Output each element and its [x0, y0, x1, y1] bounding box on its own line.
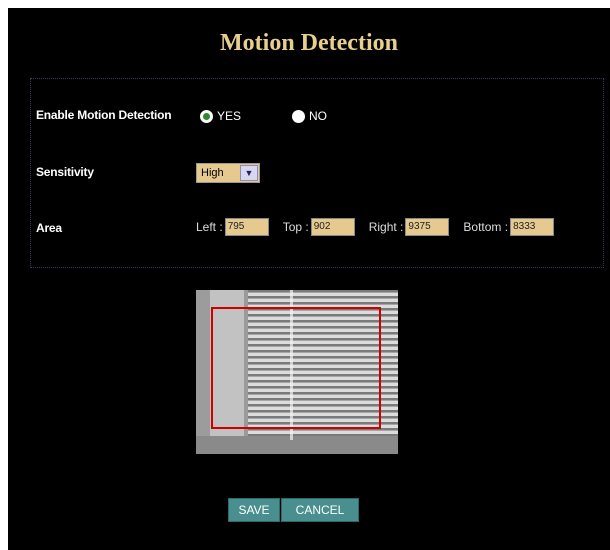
bottom-label: Bottom : — [463, 220, 509, 234]
radio-no[interactable]: NO — [292, 109, 327, 123]
page-title: Motion Detection — [220, 30, 398, 56]
motion-detection-panel: Motion Detection Enable Motion Detection… — [8, 8, 610, 550]
save-button[interactable]: SAVE — [228, 498, 280, 522]
right-field[interactable]: 9375 — [405, 218, 450, 236]
bottom-field[interactable]: 8333 — [510, 218, 555, 236]
right-label: Right : — [368, 220, 404, 234]
chevron-down-icon[interactable]: ▼ — [240, 165, 258, 181]
sensitivity-label: Sensitivity — [36, 165, 94, 179]
area-inputs: Left : 795 Top : 902 Right : 9375 Bottom… — [196, 218, 568, 236]
camera-preview[interactable] — [196, 290, 398, 454]
radio-no-label: NO — [309, 109, 327, 123]
left-label: Left : — [196, 220, 223, 234]
top-label: Top : — [282, 220, 309, 234]
radio-yes-label: YES — [217, 109, 242, 123]
left-field[interactable]: 795 — [224, 218, 269, 236]
settings-box — [30, 78, 604, 268]
radio-yes-icon[interactable] — [200, 109, 213, 123]
sensitivity-select[interactable]: High ▼ — [196, 163, 260, 183]
top-field[interactable]: 902 — [310, 218, 355, 236]
cancel-button[interactable]: CANCEL — [281, 498, 359, 522]
enable-motion-label: Enable Motion Detection — [36, 108, 172, 122]
sensitivity-value: High — [201, 167, 224, 179]
radio-yes[interactable]: YES — [200, 109, 241, 123]
area-label: Area — [36, 221, 62, 235]
radio-no-icon[interactable] — [292, 109, 305, 123]
camera-preview-image — [196, 290, 398, 454]
